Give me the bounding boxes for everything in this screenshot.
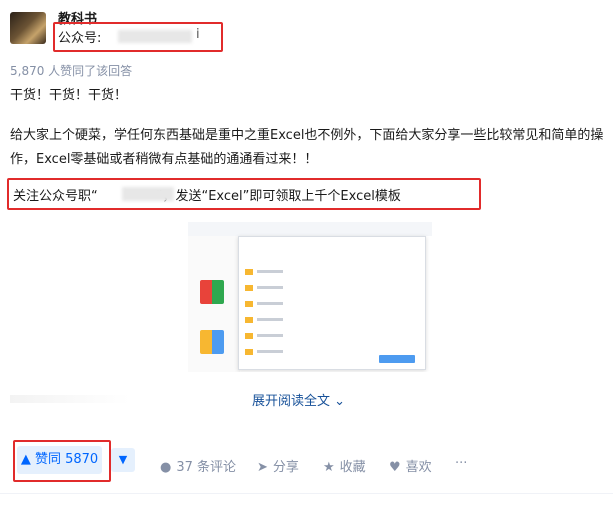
dialog-button	[379, 355, 415, 363]
collect-label: 收藏	[339, 460, 366, 475]
highlight-box	[53, 22, 223, 52]
dialog-row	[245, 261, 415, 275]
share-button[interactable]: ➤ 分享	[257, 456, 299, 475]
promo-prefix: 关注公众号职“	[13, 189, 98, 204]
dialog-row	[245, 325, 415, 339]
expand-button[interactable]: 展开阅读全文 ⌄	[252, 390, 345, 409]
star-icon: ★	[323, 460, 335, 475]
upvote-summary[interactable]: 5,870 人赞同了该回答	[10, 62, 132, 79]
dialog-row	[245, 309, 415, 323]
promo-suffix: ”，发送“Excel”即可领取上千个Excel模板	[155, 189, 401, 204]
dialog-row	[245, 341, 415, 355]
divider	[0, 493, 613, 494]
share-label: 分享	[272, 460, 299, 475]
answer-line: 干货！干货！干货！	[10, 88, 128, 103]
chevron-down-icon: ⌄	[334, 394, 346, 409]
image-sidebar	[188, 236, 240, 372]
comment-label: 37 条评论	[176, 460, 237, 475]
dialog-row	[245, 277, 415, 291]
file-thumbnail	[200, 280, 224, 304]
answer-paragraph: 给大家上个硬菜，学任何东西基础是重中之重Excel也不例外，下面给大家分享一些比…	[10, 128, 604, 167]
image-toolbar	[188, 222, 432, 236]
collect-button[interactable]: ★ 收藏	[323, 456, 366, 475]
file-dialog	[238, 236, 426, 370]
share-icon: ➤	[257, 460, 268, 475]
heart-icon: ♥	[389, 460, 401, 475]
upvote-button[interactable]: ▲ 赞同 5870	[17, 446, 102, 474]
answer-image[interactable]	[188, 222, 432, 372]
dialog-row	[245, 293, 415, 307]
more-button[interactable]: ···	[455, 456, 467, 471]
comment-icon: ●	[160, 460, 172, 475]
redacted-text	[122, 187, 174, 201]
downvote-button[interactable]: ▼	[111, 448, 135, 472]
expand-label: 展开阅读全文	[252, 394, 331, 409]
faded-text	[10, 395, 130, 403]
like-button[interactable]: ♥ 喜欢	[389, 456, 432, 475]
comment-button[interactable]: ● 37 条评论	[160, 456, 236, 475]
like-label: 喜欢	[405, 460, 432, 475]
promo-line: 关注公众号职“ ”，发送“Excel”即可领取上千个Excel模板	[13, 185, 401, 204]
file-thumbnail	[200, 330, 224, 354]
author-avatar[interactable]	[10, 12, 46, 44]
